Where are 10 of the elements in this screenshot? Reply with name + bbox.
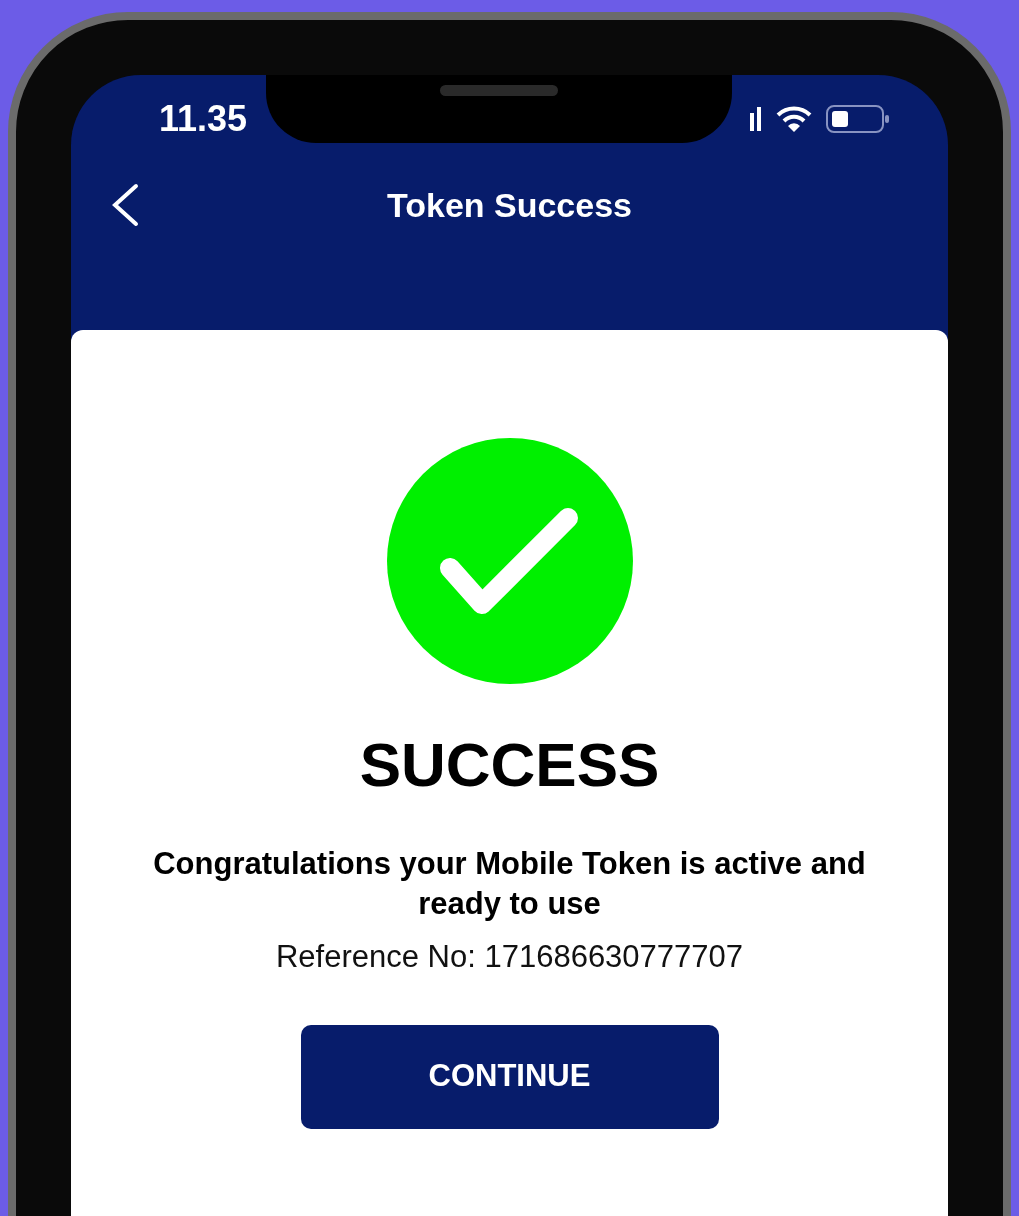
- success-message: Congratulations your Mobile Token is active and ready to use: [152, 845, 867, 923]
- continue-button[interactable]: CONTINUE: [300, 1024, 719, 1129]
- wifi-icon: [776, 104, 812, 133]
- status-time: 11.35: [159, 96, 248, 141]
- signal-icon: [750, 106, 762, 131]
- screen-title: Token Success: [386, 184, 632, 226]
- reference-number: Reference No: 171686630777707: [275, 938, 744, 976]
- success-heading: SUCCESS: [359, 734, 660, 796]
- battery-icon: [826, 103, 890, 134]
- back-icon: [110, 183, 140, 227]
